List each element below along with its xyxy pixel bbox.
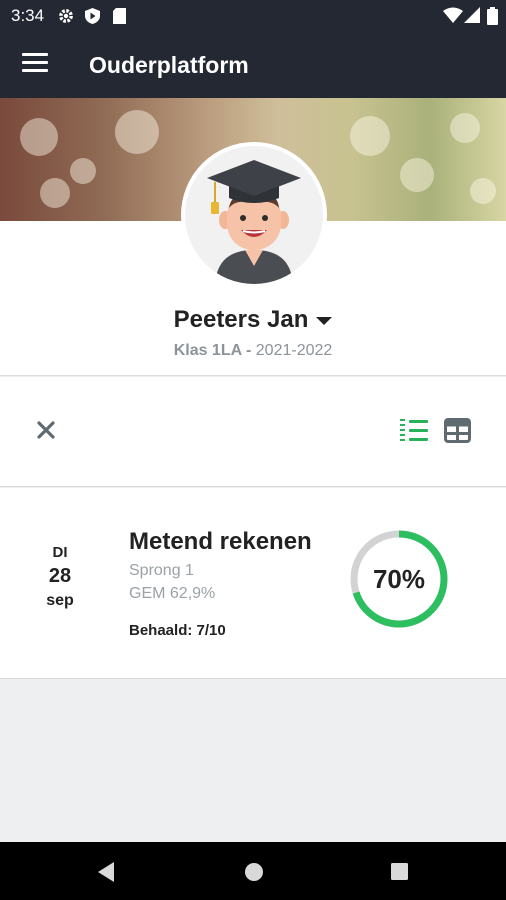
status-time: 3:34: [11, 6, 45, 25]
home-icon[interactable]: [244, 862, 264, 882]
day-of-week: DI: [52, 544, 68, 561]
sd-card-icon: [113, 8, 126, 24]
recents-icon[interactable]: [390, 862, 409, 881]
class-label: Klas 1LA: [173, 342, 242, 359]
filter-toolbar: [0, 377, 506, 487]
school-year: 2021-2022: [255, 342, 333, 359]
cell-signal-icon: [464, 7, 480, 23]
score-percent: 70%: [372, 564, 426, 594]
status-bar: 3:34: [0, 0, 506, 33]
app-title: Ouderplatform: [89, 52, 249, 78]
close-icon[interactable]: [36, 420, 56, 440]
hamburger-menu-icon[interactable]: [22, 53, 48, 77]
score-label: Behaald: 7/10: [129, 622, 226, 639]
result-card[interactable]: DI 28 sep Metend rekenen Sprong 1 GEM 62…: [0, 488, 506, 679]
table-view-icon[interactable]: [444, 418, 471, 443]
month: sep: [46, 592, 74, 609]
shield-play-icon: [85, 8, 100, 24]
test-subtitle: Sprong 1: [129, 562, 194, 579]
wifi-icon: [443, 7, 463, 23]
student-avatar: [181, 142, 327, 288]
class-average: GEM 62,9%: [129, 585, 216, 602]
class-separator: -: [241, 342, 256, 359]
day-number: 28: [48, 565, 72, 587]
graduate-avatar-icon: [207, 160, 301, 284]
app-bar: Ouderplatform: [0, 33, 506, 98]
battery-icon: [487, 7, 498, 25]
gear-icon: [59, 9, 73, 23]
result-date: DI 28 sep: [20, 544, 100, 610]
back-icon[interactable]: [96, 861, 116, 883]
student-selector[interactable]: Peeters Jan: [0, 306, 506, 334]
test-title: Metend rekenen: [129, 528, 312, 555]
student-name: Peeters Jan: [173, 306, 309, 333]
system-nav-bar: [0, 842, 506, 900]
caret-down-icon: [316, 317, 333, 326]
list-view-icon[interactable]: [400, 418, 428, 444]
class-info: Klas 1LA - 2021-2022: [0, 342, 506, 360]
